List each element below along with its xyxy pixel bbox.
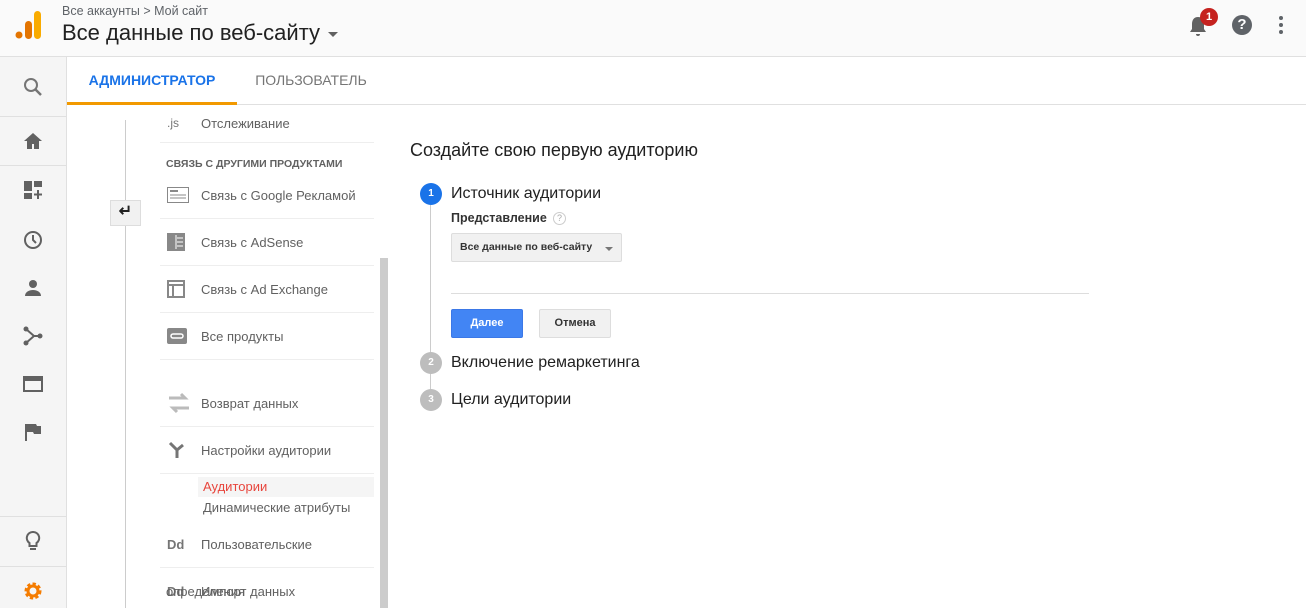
submenu-audiences[interactable]: Аудитории [198, 477, 374, 497]
person-icon[interactable] [0, 268, 66, 308]
divider [451, 293, 1089, 294]
menu-item-adsense[interactable]: Связь с AdSense [160, 219, 374, 266]
admin-tabs: АДМИНИСТРАТОР ПОЛЬЗОВАТЕЛЬ [67, 57, 1306, 105]
chevron-down-icon [605, 247, 613, 251]
menu-item-tracking[interactable]: .jsОтслеживание [160, 104, 374, 143]
notifications-button[interactable]: 1 [1188, 15, 1208, 42]
link-icon [160, 328, 201, 344]
column-divider [125, 120, 126, 608]
next-button[interactable]: Далее [451, 309, 523, 338]
lightbulb-icon[interactable] [0, 521, 66, 561]
step-1-label: Источник аудитории [451, 185, 601, 203]
help-circle-icon[interactable]: ? [553, 212, 566, 225]
left-nav-rail [0, 57, 67, 608]
step-2-label[interactable]: Включение ремаркетинга [451, 354, 640, 372]
scrollbar[interactable] [380, 258, 388, 608]
step-3-label[interactable]: Цели аудитории [451, 391, 571, 409]
overlapping-label: определения [166, 584, 245, 599]
analytics-logo-icon [14, 9, 42, 41]
menu-item-audience-settings[interactable]: Настройки аудитории [160, 427, 374, 474]
search-icon[interactable] [0, 67, 66, 107]
more-vert-icon[interactable] [1276, 15, 1286, 35]
data-return-icon [160, 392, 201, 414]
menu-item-all-products[interactable]: Все продукты [160, 313, 374, 360]
behavior-icon[interactable] [0, 364, 66, 404]
gear-icon[interactable] [0, 571, 66, 611]
adsense-icon [160, 233, 201, 251]
dd-icon: Dd [160, 537, 201, 552]
back-arrow-button[interactable]: ↵ [110, 200, 141, 226]
ads-link-icon [160, 187, 201, 203]
clock-icon[interactable] [0, 220, 66, 260]
home-icon[interactable] [0, 121, 66, 161]
section-heading: СВЯЗЬ С ДРУГИМИ ПРОДУКТАМИ [166, 158, 342, 170]
js-icon: .js [160, 116, 201, 130]
breadcrumb[interactable]: Все аккаунты > Мой сайт [62, 4, 208, 18]
customization-icon[interactable] [0, 170, 66, 210]
step-3-badge: 3 [420, 389, 442, 411]
view-selector[interactable]: Все данные по веб-сайту [62, 20, 338, 46]
view-dropdown[interactable]: Все данные по веб-сайту [451, 233, 622, 262]
view-label: Представление [451, 211, 547, 225]
acquisition-icon[interactable] [0, 316, 66, 356]
chevron-down-icon [328, 32, 338, 37]
flag-icon[interactable] [0, 412, 66, 452]
tab-user[interactable]: ПОЛЬЗОВАТЕЛЬ [247, 57, 375, 105]
notification-badge: 1 [1200, 8, 1218, 26]
help-icon[interactable]: ? [1232, 15, 1252, 35]
submenu-dynamic-attributes[interactable]: Динамические атрибуты [198, 498, 374, 518]
step-2-badge: 2 [420, 352, 442, 374]
page-title: Все данные по веб-сайту [62, 20, 320, 45]
top-header: Все аккаунты > Мой сайт Все данные по ве… [0, 0, 1306, 57]
audience-fork-icon [160, 441, 201, 459]
menu-item-data-return[interactable]: Возврат данных [160, 380, 374, 427]
main-title: Создайте свою первую аудиторию [410, 140, 698, 161]
step-1-badge: 1 [420, 183, 442, 205]
tab-admin[interactable]: АДМИНИСТРАТОР [67, 57, 237, 105]
menu-item-custom-definitions[interactable]: DdПользовательские [160, 521, 374, 568]
menu-item-google-ads[interactable]: Связь с Google Рекламой [160, 172, 374, 219]
ad-exchange-icon [160, 280, 201, 298]
cancel-button[interactable]: Отмена [539, 309, 611, 338]
menu-item-ad-exchange[interactable]: Связь с Ad Exchange [160, 266, 374, 313]
